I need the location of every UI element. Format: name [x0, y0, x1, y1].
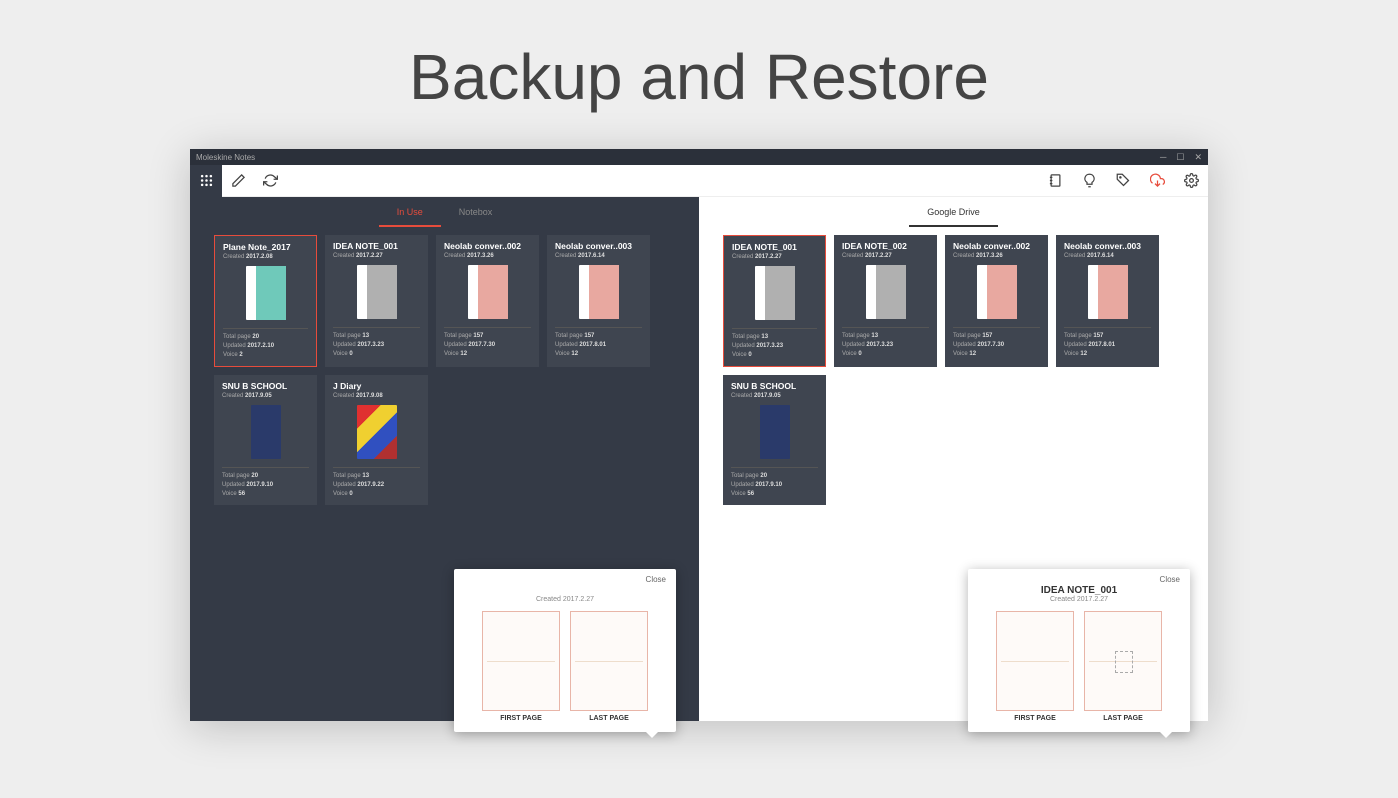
grid-icon[interactable]: [190, 165, 222, 197]
lightbulb-icon[interactable]: [1072, 173, 1106, 188]
first-page-item[interactable]: FIRST PAGE: [482, 611, 560, 722]
refresh-icon[interactable]: [254, 173, 286, 188]
pencil-icon[interactable]: [222, 173, 254, 188]
notebook-card[interactable]: IDEA NOTE_001 Created 2017.2.27 Total page…: [325, 235, 428, 367]
card-grid-left: Plane Note_2017 Created 2017.2.08 Total pa…: [190, 227, 699, 513]
notebook-card[interactable]: Neolab conver..002 Created 2017.3.26 Total…: [945, 235, 1048, 367]
card-title: Plane Note_2017: [223, 242, 308, 252]
local-panel: In Use Notebox Plane Note_2017 Created 20…: [190, 197, 699, 721]
note-preview-popup-right: Close IDEA NOTE_001 Created 2017.2.27 FI…: [968, 569, 1190, 732]
card-thumbnail: [953, 263, 1040, 321]
notebook-card[interactable]: SNU B SCHOOL Created 2017.9.05 Total page …: [214, 375, 317, 505]
notebook-card[interactable]: Neolab conver..003 Created 2017.6.14 Total…: [1056, 235, 1159, 367]
card-created: Created 2017.6.14: [555, 253, 642, 259]
maximize-icon[interactable]: ☐: [1176, 152, 1184, 163]
window-title: Moleskine Notes: [196, 153, 255, 162]
card-thumbnail: [222, 403, 309, 461]
card-created: Created 2017.6.14: [1064, 253, 1151, 259]
page-title: Backup and Restore: [0, 0, 1398, 149]
last-page-item[interactable]: LAST PAGE: [1084, 611, 1162, 722]
card-thumbnail: [223, 264, 308, 322]
card-stats: Total page 157Updated 2017.8.01Voice 12: [555, 332, 642, 359]
card-title: SNU B SCHOOL: [731, 381, 818, 391]
tag-icon[interactable]: [1106, 173, 1140, 188]
popup-date: Created 2017.2.27: [464, 596, 666, 603]
card-stats: Total page 13Updated 2017.3.23Voice 0: [333, 332, 420, 359]
popup-close-button[interactable]: Close: [1160, 575, 1180, 584]
card-created: Created 2017.2.27: [732, 254, 817, 260]
notebook-card[interactable]: Neolab conver..003 Created 2017.6.14 Total…: [547, 235, 650, 367]
tab-in-use[interactable]: In Use: [379, 199, 441, 227]
popup-title: IDEA NOTE_001: [978, 585, 1180, 596]
card-created: Created 2017.9.05: [731, 393, 818, 399]
popup-date: Created 2017.2.27: [978, 596, 1180, 603]
last-page-item[interactable]: LAST PAGE: [570, 611, 648, 722]
notebook-icon[interactable]: [1038, 173, 1072, 188]
card-title: SNU B SCHOOL: [222, 381, 309, 391]
notebook-card[interactable]: IDEA NOTE_001 Created 2017.2.27 Total page…: [723, 235, 826, 367]
app-window: Moleskine Notes ─ ☐ ✕ In Use Notebox Pla: [190, 149, 1208, 721]
card-thumbnail: [444, 263, 531, 321]
gear-icon[interactable]: [1174, 173, 1208, 188]
card-title: IDEA NOTE_002: [842, 241, 929, 251]
card-created: Created 2017.9.05: [222, 393, 309, 399]
card-thumbnail: [731, 403, 818, 461]
card-stats: Total page 20Updated 2017.9.10Voice 56: [731, 472, 818, 499]
card-stats: Total page 157Updated 2017.8.01Voice 12: [1064, 332, 1151, 359]
card-created: Created 2017.2.08: [223, 254, 308, 260]
close-icon[interactable]: ✕: [1194, 152, 1202, 163]
card-stats: Total page 157Updated 2017.7.30Voice 12: [953, 332, 1040, 359]
card-created: Created 2017.2.27: [333, 253, 420, 259]
note-preview-popup: Close IDEA NOTE_001 Created 2017.2.27 FI…: [454, 569, 676, 732]
minimize-icon[interactable]: ─: [1160, 152, 1166, 163]
card-created: Created 2017.3.26: [444, 253, 531, 259]
card-title: Neolab conver..003: [1064, 241, 1151, 251]
card-created: Created 2017.9.08: [333, 393, 420, 399]
titlebar: Moleskine Notes ─ ☐ ✕: [190, 149, 1208, 165]
cloud-panel: Google Drive IDEA NOTE_001Created 2017.2…: [699, 197, 1208, 721]
notebook-card[interactable]: Plane Note_2017 Created 2017.2.08 Total pa…: [214, 235, 317, 367]
notebook-card[interactable]: Neolab conver..002 Created 2017.3.26 Total…: [436, 235, 539, 367]
card-thumbnail: [842, 263, 929, 321]
card-thumbnail: [333, 403, 420, 461]
popup-close-button[interactable]: Close: [646, 575, 666, 584]
card-grid-right: IDEA NOTE_001 Created 2017.2.27 Total page…: [699, 227, 1208, 513]
card-title: J Diary: [333, 381, 420, 391]
card-created: Created 2017.3.26: [953, 253, 1040, 259]
card-title: Neolab conver..002: [953, 241, 1040, 251]
tab-google-drive[interactable]: Google Drive: [909, 199, 998, 227]
card-title: Neolab conver..002: [444, 241, 531, 251]
card-stats: Total page 13Updated 2017.9.22Voice 0: [333, 472, 420, 499]
cloud-download-icon[interactable]: [1140, 173, 1174, 188]
card-title: IDEA NOTE_001: [333, 241, 420, 251]
card-thumbnail: [1064, 263, 1151, 321]
card-stats: Total page 13Updated 2017.3.23Voice 0: [842, 332, 929, 359]
toolbar: [190, 165, 1208, 197]
card-title: IDEA NOTE_001: [732, 242, 817, 252]
card-thumbnail: [732, 264, 817, 322]
tab-notebox[interactable]: Notebox: [441, 199, 511, 227]
card-stats: Total page 13Updated 2017.3.23Voice 0: [732, 333, 817, 360]
card-title: Neolab conver..003: [555, 241, 642, 251]
card-stats: Total page 157Updated 2017.7.30Voice 12: [444, 332, 531, 359]
notebook-card[interactable]: SNU B SCHOOL Created 2017.9.05 Total page …: [723, 375, 826, 505]
notebook-card[interactable]: J Diary Created 2017.9.08 Total page 13Upd…: [325, 375, 428, 505]
card-thumbnail: [333, 263, 420, 321]
notebook-card[interactable]: IDEA NOTE_002 Created 2017.2.27 Total page…: [834, 235, 937, 367]
card-created: Created 2017.2.27: [842, 253, 929, 259]
card-stats: Total page 20Updated 2017.9.10Voice 56: [222, 472, 309, 499]
card-thumbnail: [555, 263, 642, 321]
first-page-item[interactable]: FIRST PAGE: [996, 611, 1074, 722]
popup-title: IDEA NOTE_001: [464, 585, 666, 596]
card-stats: Total page 20Updated 2017.2.10Voice 2: [223, 333, 308, 360]
